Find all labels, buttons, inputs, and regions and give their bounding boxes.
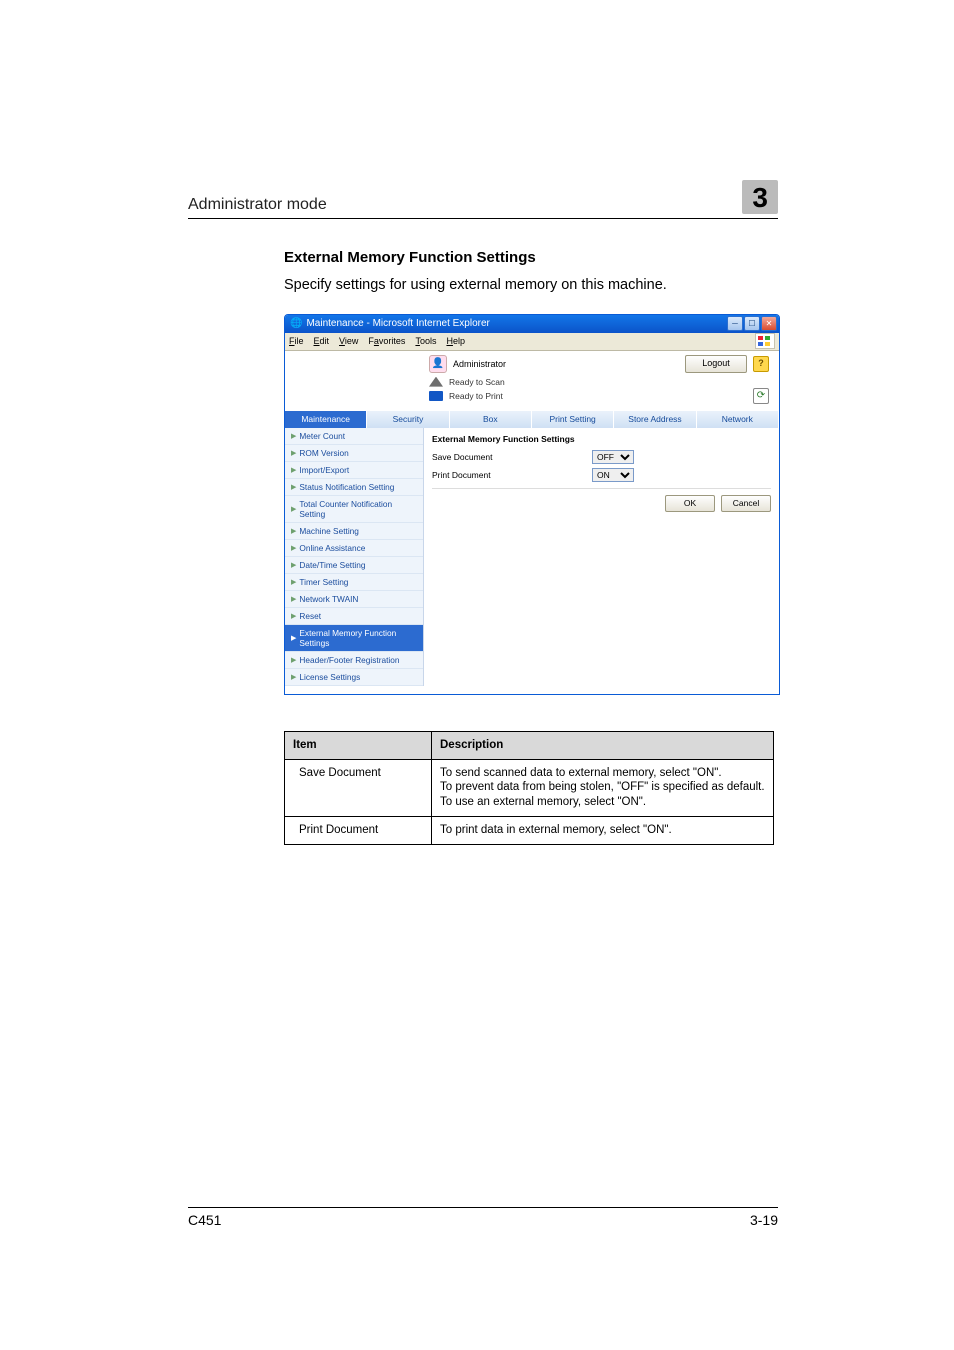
triangle-icon: ▶ xyxy=(291,656,296,664)
triangle-icon: ▶ xyxy=(291,466,296,474)
section-intro: Specify settings for using external memo… xyxy=(284,276,778,296)
tab-security[interactable]: Security xyxy=(367,411,449,428)
sidebar-item[interactable]: ▶Date/Time Setting xyxy=(285,557,423,574)
sidebar-item-label: Online Assistance xyxy=(299,543,365,553)
sidebar-item-label: External Memory Function Settings xyxy=(299,628,417,648)
setting-select[interactable]: OFFON xyxy=(592,468,634,482)
setting-label: Save Document xyxy=(432,452,592,462)
sidebar-item[interactable]: ▶Network TWAIN xyxy=(285,591,423,608)
setting-label: Print Document xyxy=(432,470,592,480)
sidebar-item[interactable]: ▶Total Counter Notification Setting xyxy=(285,496,423,523)
sidebar-item[interactable]: ▶Meter Count xyxy=(285,428,423,445)
sidebar-item-label: Meter Count xyxy=(299,431,345,441)
triangle-icon: ▶ xyxy=(291,432,296,440)
triangle-icon: ▶ xyxy=(291,634,296,642)
tab-print-setting[interactable]: Print Setting xyxy=(532,411,614,428)
menu-favorites[interactable]: Favorites xyxy=(368,336,405,346)
sidebar-item[interactable]: ▶Reset xyxy=(285,608,423,625)
triangle-icon: ▶ xyxy=(291,505,296,513)
cell-desc: To send scanned data to external memory,… xyxy=(432,759,774,817)
scanner-icon xyxy=(429,377,443,387)
table-row: Print DocumentTo print data in external … xyxy=(285,817,774,845)
tab-network[interactable]: Network xyxy=(697,411,779,428)
triangle-icon: ▶ xyxy=(291,612,296,620)
sidebar-item[interactable]: ▶Status Notification Setting xyxy=(285,479,423,496)
chapter-number: 3 xyxy=(752,182,768,213)
cell-item: Print Document xyxy=(285,817,432,845)
sidebar-item[interactable]: ▶Machine Setting xyxy=(285,523,423,540)
th-item: Item xyxy=(285,731,432,759)
sidebar-item-label: License Settings xyxy=(299,672,360,682)
ok-button[interactable]: OK xyxy=(665,495,715,512)
running-head: Administrator mode xyxy=(188,196,327,214)
chapter-tab: 3 xyxy=(742,180,778,214)
sidebar-item-label: Machine Setting xyxy=(299,526,359,536)
help-icon[interactable]: ? xyxy=(753,356,769,372)
sidebar-item-label: Total Counter Notification Setting xyxy=(299,499,417,519)
sidebar-item[interactable]: ▶Header/Footer Registration xyxy=(285,652,423,669)
setting-select[interactable]: OFFON xyxy=(592,450,634,464)
tab-maintenance[interactable]: Maintenance xyxy=(285,411,367,428)
panel-title: External Memory Function Settings xyxy=(432,434,771,444)
sidebar-item[interactable]: ▶Timer Setting xyxy=(285,574,423,591)
section-heading: External Memory Function Settings xyxy=(284,249,778,266)
triangle-icon: ▶ xyxy=(291,561,296,569)
window-maximize-button[interactable]: ☐ xyxy=(744,316,760,331)
ie-titlebar: 🌐 Maintenance - Microsoft Internet Explo… xyxy=(285,315,779,333)
sidebar-item-label: Date/Time Setting xyxy=(299,560,365,570)
sidebar-item-label: ROM Version xyxy=(299,448,348,458)
ie-title: Maintenance - Microsoft Internet Explore… xyxy=(306,318,489,329)
sidebar-item[interactable]: ▶Online Assistance xyxy=(285,540,423,557)
triangle-icon: ▶ xyxy=(291,483,296,491)
sidebar-item-label: Status Notification Setting xyxy=(299,482,394,492)
th-desc: Description xyxy=(432,731,774,759)
ie-menubar: File Edit View Favorites Tools Help xyxy=(285,333,779,351)
cell-item: Save Document xyxy=(285,759,432,817)
ie-window: 🌐 Maintenance - Microsoft Internet Explo… xyxy=(284,314,780,695)
table-row: Save DocumentTo send scanned data to ext… xyxy=(285,759,774,817)
printer-icon xyxy=(429,391,443,401)
triangle-icon: ▶ xyxy=(291,595,296,603)
triangle-icon: ▶ xyxy=(291,544,296,552)
triangle-icon: ▶ xyxy=(291,673,296,681)
sidebar-item[interactable]: ▶External Memory Function Settings xyxy=(285,625,423,652)
triangle-icon: ▶ xyxy=(291,527,296,535)
menu-file[interactable]: File xyxy=(289,336,304,346)
sidebar-item[interactable]: ▶ROM Version xyxy=(285,445,423,462)
menu-help[interactable]: Help xyxy=(446,336,465,346)
status-scan: Ready to Scan xyxy=(449,377,505,387)
cell-desc: To print data in external memory, select… xyxy=(432,817,774,845)
menu-view[interactable]: View xyxy=(339,336,358,346)
cancel-button[interactable]: Cancel xyxy=(721,495,771,512)
sidebar-item-label: Import/Export xyxy=(299,465,349,475)
windows-flag-icon xyxy=(755,333,775,349)
refresh-icon[interactable]: ⟳ xyxy=(753,388,769,404)
menu-tools[interactable]: Tools xyxy=(415,336,436,346)
setting-row: Print DocumentOFFON xyxy=(432,468,771,482)
tab-store-address[interactable]: Store Address xyxy=(614,411,696,428)
footer-page: 3-19 xyxy=(750,1212,778,1228)
admin-icon: 👤 xyxy=(429,355,447,373)
setting-row: Save DocumentOFFON xyxy=(432,450,771,464)
window-minimize-button[interactable]: ─ xyxy=(727,316,743,331)
tab-box[interactable]: Box xyxy=(450,411,532,428)
admin-label: Administrator xyxy=(453,359,506,369)
triangle-icon: ▶ xyxy=(291,449,296,457)
status-print: Ready to Print xyxy=(449,391,503,401)
sidebar-item-label: Reset xyxy=(299,611,321,621)
sidebar-item-label: Network TWAIN xyxy=(299,594,358,604)
sidebar-item-label: Timer Setting xyxy=(299,577,348,587)
description-table: Item Description Save DocumentTo send sc… xyxy=(284,731,774,846)
window-close-button[interactable]: ✕ xyxy=(761,316,777,331)
footer-model: C451 xyxy=(188,1212,221,1228)
logout-button[interactable]: Logout xyxy=(685,355,747,373)
triangle-icon: ▶ xyxy=(291,578,296,586)
sidebar-item-label: Header/Footer Registration xyxy=(299,655,399,665)
menu-edit[interactable]: Edit xyxy=(314,336,330,346)
ie-logo-icon: 🌐 xyxy=(290,318,302,329)
sidebar-item[interactable]: ▶Import/Export xyxy=(285,462,423,479)
sidebar-item[interactable]: ▶License Settings xyxy=(285,669,423,686)
